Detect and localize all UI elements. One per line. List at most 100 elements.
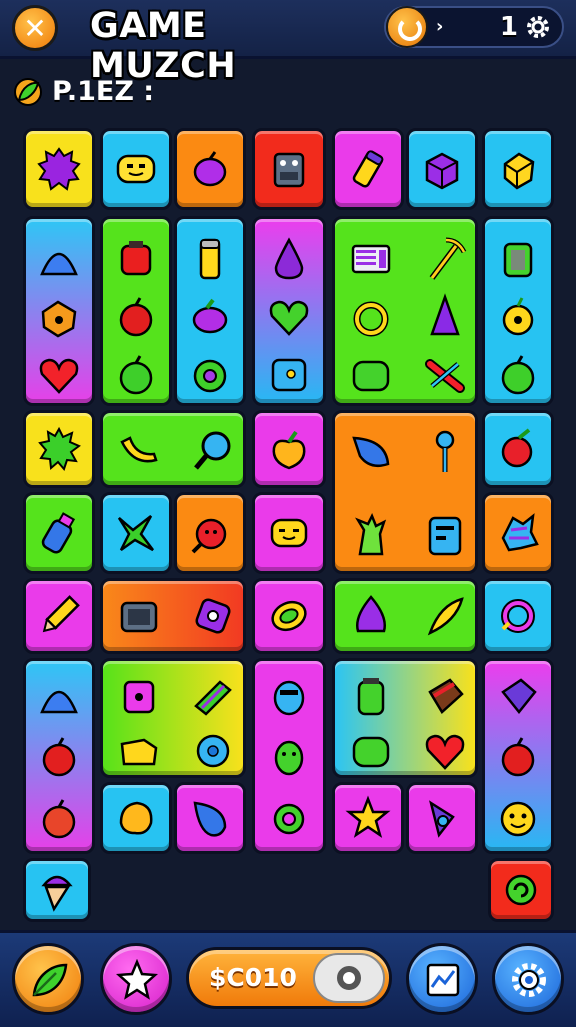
tile-column-blue[interactable] bbox=[174, 216, 246, 406]
tile-star[interactable] bbox=[332, 782, 404, 854]
counter-pill[interactable]: › 1 bbox=[384, 6, 564, 48]
tile-tomato[interactable] bbox=[174, 492, 246, 574]
blue-device-icon bbox=[428, 516, 462, 556]
star-icon bbox=[345, 795, 391, 838]
top-bar: ✕ GAME MUZCH › 1 bbox=[0, 0, 576, 86]
heart-icon bbox=[425, 734, 465, 770]
leaf-button[interactable] bbox=[12, 943, 84, 1015]
green-claw-icon bbox=[355, 512, 387, 556]
purple-gem-icon bbox=[501, 678, 537, 715]
gear-icon bbox=[512, 963, 546, 997]
tile-green-swirl[interactable] bbox=[488, 858, 554, 922]
tile-column-middle[interactable] bbox=[252, 216, 326, 406]
tile-column-left-2[interactable] bbox=[23, 658, 95, 854]
purple-drop-icon bbox=[274, 237, 304, 280]
yellow-box-icon bbox=[503, 152, 535, 190]
tile-column-pink[interactable] bbox=[252, 658, 326, 854]
magnifier-icon bbox=[194, 431, 231, 470]
smiley-icon bbox=[116, 154, 156, 184]
blue-disc-icon bbox=[196, 734, 230, 768]
blue-block-icon bbox=[271, 358, 307, 392]
coin-label: $C010 bbox=[209, 963, 297, 992]
purple-box-icon bbox=[425, 152, 459, 190]
apple-icon bbox=[501, 737, 535, 777]
tile-bottle[interactable] bbox=[23, 492, 95, 574]
pin-icon bbox=[435, 430, 455, 472]
counter-arrow: › bbox=[436, 16, 444, 37]
blue-dome-icon bbox=[40, 252, 78, 276]
avocado-icon bbox=[271, 600, 307, 632]
tile-column-apples[interactable] bbox=[100, 216, 172, 406]
tile-green-wide[interactable] bbox=[100, 410, 246, 488]
apple-icon bbox=[42, 799, 76, 839]
tile-column-left[interactable] bbox=[23, 216, 95, 406]
spinner-icon bbox=[429, 800, 455, 838]
spiky-mix-icon bbox=[501, 513, 539, 552]
tile-green-yellow-block[interactable] bbox=[100, 658, 246, 778]
tile-plum[interactable] bbox=[174, 128, 246, 210]
tile-robot-box[interactable] bbox=[252, 128, 326, 210]
refresh-icon bbox=[386, 6, 428, 48]
bottle-icon bbox=[41, 512, 76, 554]
tile-green-wide-2[interactable] bbox=[332, 578, 478, 654]
game-board bbox=[0, 0, 576, 930]
green-apple-icon bbox=[501, 355, 535, 395]
peach-icon bbox=[272, 430, 306, 470]
apple-icon bbox=[42, 737, 76, 777]
tile-peach[interactable] bbox=[252, 410, 326, 488]
piece-label: P.1EZ : bbox=[52, 76, 155, 107]
green-apple-icon bbox=[119, 355, 153, 395]
star-button[interactable] bbox=[100, 943, 172, 1015]
coin-pill[interactable]: $C010 bbox=[186, 947, 392, 1009]
tile-green-x[interactable] bbox=[100, 492, 172, 574]
chart-icon bbox=[426, 963, 460, 997]
tile-lemon[interactable] bbox=[100, 782, 172, 854]
green-block-icon bbox=[352, 736, 390, 768]
tile-red-wide[interactable] bbox=[100, 578, 246, 654]
purple-berry-icon bbox=[192, 298, 228, 334]
green-jar-icon bbox=[357, 678, 385, 716]
tile-purple-box[interactable] bbox=[406, 128, 478, 210]
tile-green-burst[interactable] bbox=[23, 410, 95, 488]
ice-cream-icon bbox=[41, 875, 73, 912]
tile-blue-drop[interactable] bbox=[174, 782, 246, 854]
game-title: GAME MUZCH bbox=[90, 6, 237, 86]
leaf-icon bbox=[32, 963, 68, 997]
ring-icon bbox=[353, 301, 389, 337]
tile-green-block[interactable] bbox=[332, 216, 478, 406]
tile-cherry[interactable] bbox=[482, 410, 554, 488]
tile-smiley-face[interactable] bbox=[100, 128, 172, 210]
tile-spiky-mix[interactable] bbox=[482, 492, 554, 574]
red-jar-icon bbox=[120, 241, 152, 276]
blue-dome-icon bbox=[40, 690, 78, 714]
tile-battery[interactable] bbox=[332, 128, 404, 210]
yellow-apple-icon bbox=[502, 297, 534, 336]
purple-diamond-icon bbox=[195, 598, 231, 634]
leaf-icon bbox=[14, 78, 42, 106]
tile-cyan-yellow-block[interactable] bbox=[332, 658, 478, 778]
blue-alien-icon bbox=[273, 680, 305, 716]
tile-spiky-blob[interactable] bbox=[23, 128, 95, 210]
tile-column-right[interactable] bbox=[482, 216, 554, 406]
donut-icon bbox=[193, 359, 227, 393]
tile-orange-block[interactable] bbox=[332, 410, 478, 574]
tile-ice-cream[interactable] bbox=[23, 858, 91, 922]
tile-yellow-face[interactable] bbox=[252, 492, 326, 574]
gear-icon[interactable] bbox=[524, 13, 552, 41]
yellow-face-icon bbox=[270, 518, 308, 548]
settings-button[interactable] bbox=[492, 943, 564, 1015]
tile-avocado[interactable] bbox=[252, 578, 326, 654]
close-button[interactable]: ✕ bbox=[12, 5, 58, 51]
tile-pencil[interactable] bbox=[23, 578, 95, 654]
green-block-icon bbox=[352, 360, 390, 392]
ring-icon bbox=[501, 599, 535, 633]
green-ring-icon bbox=[273, 803, 305, 835]
tile-yellow-box[interactable] bbox=[482, 128, 554, 210]
star-icon bbox=[116, 959, 158, 1000]
tile-spinner[interactable] bbox=[406, 782, 478, 854]
tile-column-right-2[interactable] bbox=[482, 658, 554, 854]
lemon-icon bbox=[119, 801, 153, 835]
coin-toggle[interactable] bbox=[313, 953, 385, 1003]
tile-ring[interactable] bbox=[482, 578, 554, 654]
chart-button[interactable] bbox=[406, 943, 478, 1015]
